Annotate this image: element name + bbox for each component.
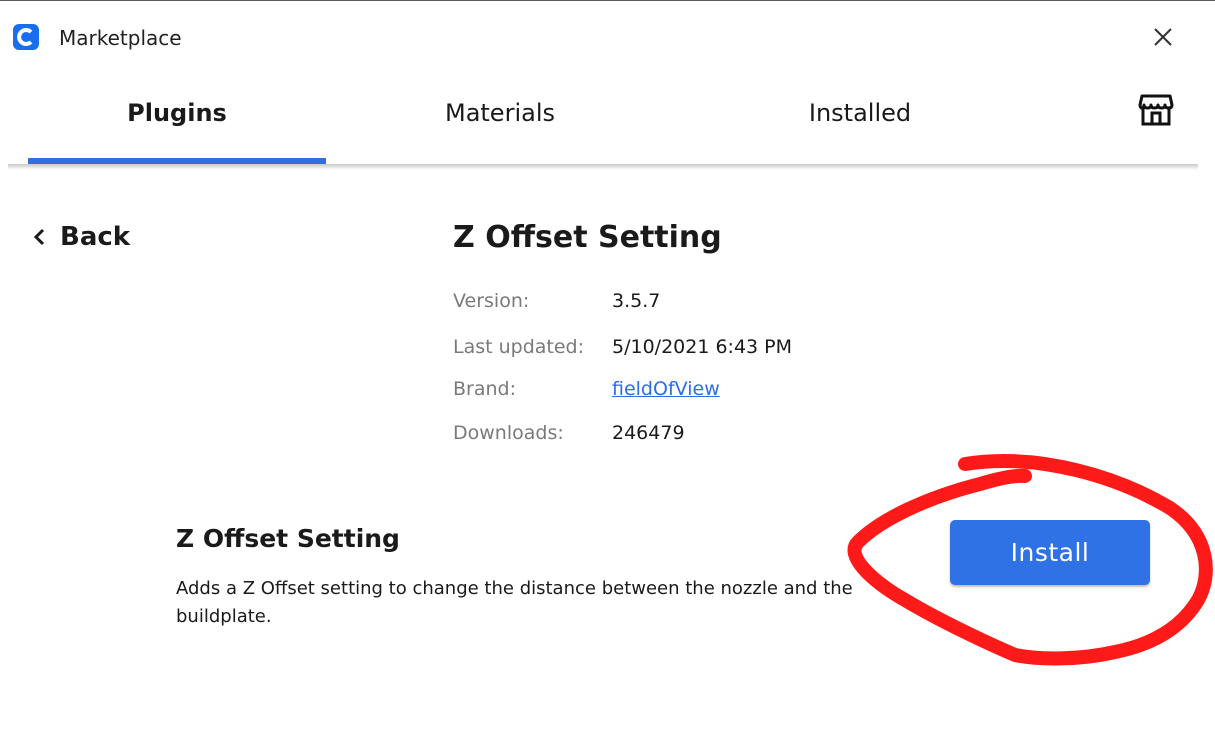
close-icon	[1154, 28, 1172, 46]
downloads-value: 246479	[612, 422, 685, 444]
description-title: Z Offset Setting	[176, 524, 400, 553]
marketplace-window: Marketplace Plugins Materials Installed …	[0, 0, 1215, 744]
title-bar: Marketplace	[0, 0, 1215, 75]
tab-plugins[interactable]: Plugins	[28, 99, 326, 127]
chevron-left-icon	[33, 228, 45, 246]
last-updated-value: 5/10/2021 6:43 PM	[612, 336, 793, 358]
brand-label: Brand:	[453, 378, 516, 400]
plugin-title: Z Offset Setting	[453, 220, 722, 255]
close-button[interactable]	[1148, 22, 1178, 52]
tab-installed[interactable]: Installed	[730, 99, 990, 127]
version-value: 3.5.7	[612, 290, 661, 312]
back-label: Back	[60, 222, 131, 252]
brand-link[interactable]: fieldOfView	[612, 378, 720, 400]
install-button[interactable]: Install	[950, 520, 1150, 585]
app-logo-icon	[13, 24, 39, 50]
store-icon	[1138, 94, 1174, 126]
tab-materials[interactable]: Materials	[380, 99, 620, 127]
last-updated-label: Last updated:	[453, 336, 585, 358]
tab-bar: Plugins Materials Installed	[0, 75, 1215, 175]
description-text: Adds a Z Offset setting to change the di…	[176, 578, 853, 627]
window-title: Marketplace	[59, 26, 182, 50]
back-button[interactable]: Back	[32, 222, 130, 252]
version-label: Version:	[453, 290, 530, 312]
store-button[interactable]	[1138, 93, 1174, 127]
tab-bar-shadow	[8, 164, 1198, 170]
downloads-label: Downloads:	[453, 422, 564, 444]
